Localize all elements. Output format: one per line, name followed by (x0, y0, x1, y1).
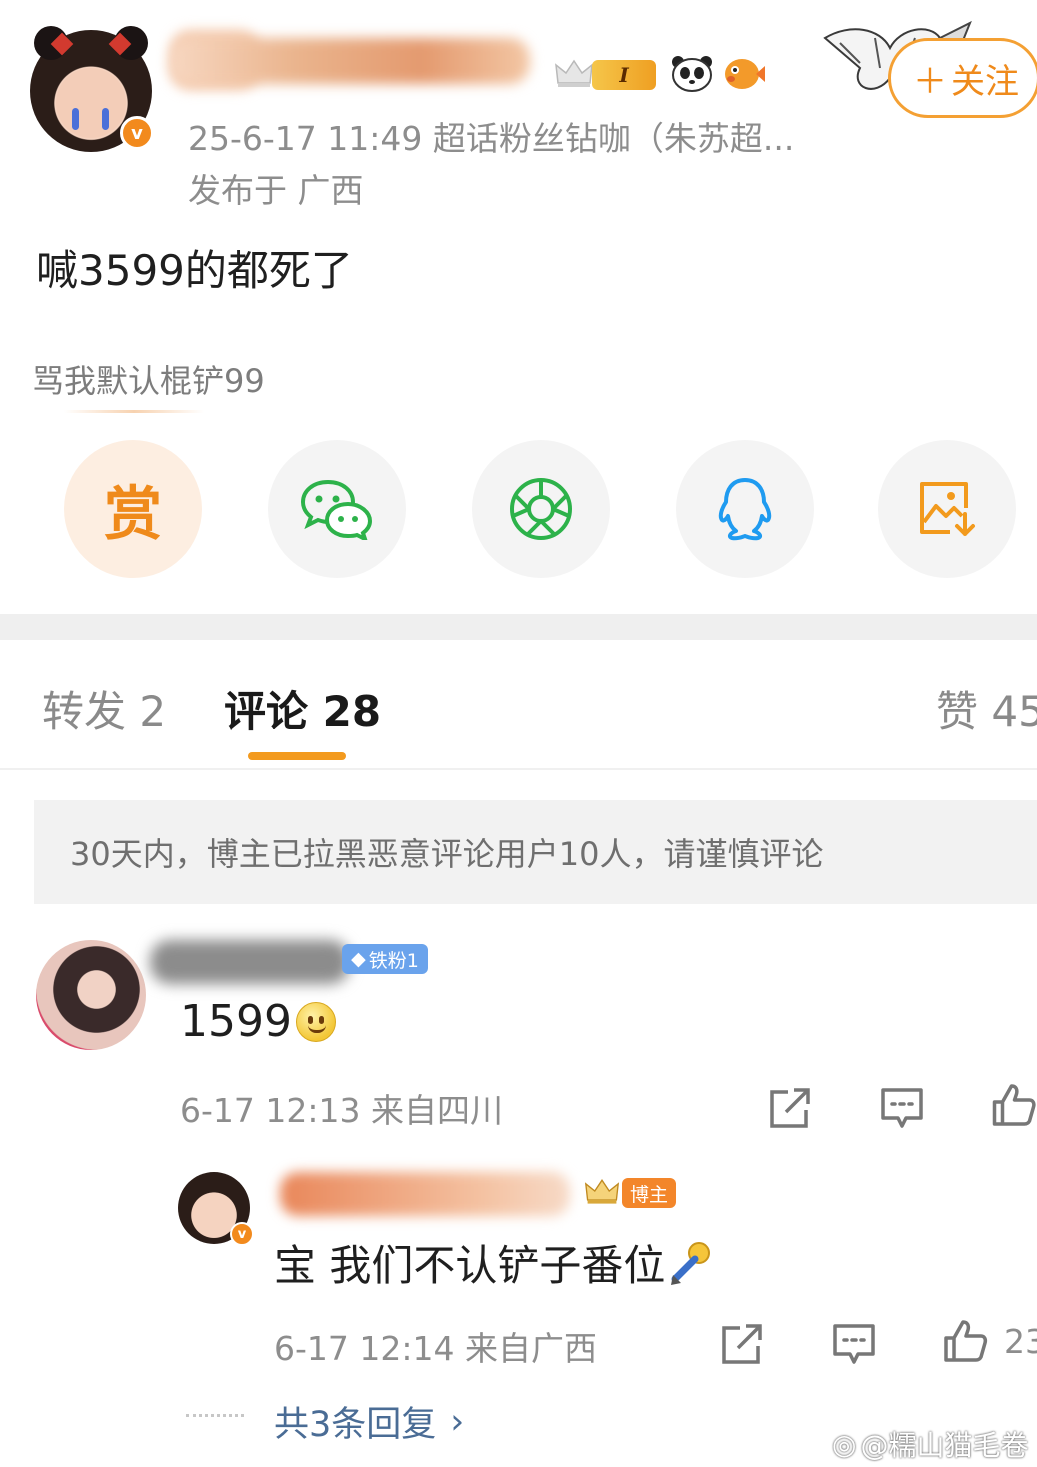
reply-like-count: 23 (1004, 1322, 1037, 1361)
qq-icon (718, 478, 772, 541)
commenter-avatar[interactable] (36, 940, 146, 1050)
crown-icon (584, 1178, 620, 1204)
active-tab-indicator (248, 752, 346, 760)
more-replies-link[interactable]: 共3条回复 › (274, 1396, 464, 1447)
reward-icon: 赏 (103, 480, 162, 548)
follow-button[interactable]: ＋ 关注 (888, 38, 1037, 118)
share-icon[interactable] (768, 1086, 812, 1130)
tab-like[interactable]: 赞 45 (936, 678, 1037, 739)
comment-icon[interactable] (832, 1322, 876, 1366)
reply-text-body: 宝 我们不认铲子番位 (274, 1241, 666, 1290)
smile-emoji-icon (295, 1001, 336, 1042)
save-image-button[interactable] (878, 440, 1016, 578)
watermark-text: @糯山猫毛卷 (860, 1429, 1029, 1462)
like-icon[interactable] (942, 1318, 988, 1362)
diamond-icon: ◆ (351, 948, 366, 970)
share-wechat-button[interactable] (268, 440, 406, 578)
reply-meta: 6-17 12:14 来自广西 (274, 1329, 597, 1368)
follow-label: 关注 (951, 61, 1019, 102)
tab-comment[interactable]: 评论 28 (224, 678, 381, 739)
fan-badge: ◆ 铁粉1 (342, 944, 428, 974)
moments-icon (510, 478, 572, 540)
like-icon[interactable] (990, 1082, 1037, 1126)
verified-icon: v (120, 116, 154, 150)
shovel-emoji-icon (671, 1241, 711, 1285)
save-image-icon (920, 482, 975, 536)
tab-repost[interactable]: 转发 2 (42, 678, 166, 739)
wechat-icon (300, 479, 373, 540)
reply-text: 宝 我们不认铲子番位 (274, 1232, 715, 1293)
comment-meta: 6-17 12:13 来自四川 (180, 1091, 503, 1130)
share-qq-button[interactable] (676, 440, 814, 578)
user-level-badge: I (592, 60, 656, 90)
fan-badge-label: 铁粉1 (368, 949, 419, 972)
commenter-name-blurred[interactable] (150, 940, 350, 984)
post-location: 发布于 广西 (188, 171, 364, 210)
verified-icon: v (230, 1222, 254, 1246)
panda-icon (672, 56, 712, 92)
comment-text-body: 1599 (180, 996, 292, 1047)
comment-notice: 30天内，博主已拉黑恶意评论用户10人，请谨慎评论 (34, 800, 1037, 904)
author-avatar[interactable]: v (30, 26, 154, 152)
avatar-face (56, 68, 126, 138)
share-moments-button[interactable] (472, 440, 610, 578)
author-name-blurred[interactable] (170, 38, 530, 84)
tab-divider (0, 768, 1037, 770)
avatar-tear (72, 108, 79, 130)
comment-text: 1599 (180, 996, 336, 1047)
reply-author-avatar[interactable]: v (178, 1172, 254, 1246)
pufferfish-icon (725, 59, 765, 89)
post-text: 喊3599的都死了 (36, 246, 353, 295)
chevron-right-icon: › (450, 1401, 465, 1442)
comment-icon[interactable] (880, 1086, 924, 1130)
share-icon[interactable] (720, 1322, 764, 1366)
reward-button[interactable]: 赏 (64, 440, 202, 578)
thread-dots (186, 1414, 244, 1418)
crown-icon (555, 59, 593, 87)
more-replies-label: 共3条回复 (274, 1405, 437, 1445)
reply-author-name-blurred[interactable] (280, 1172, 570, 1216)
weibo-logo-icon: ◎ (832, 1427, 857, 1461)
avatar-tear (102, 108, 109, 130)
post-subtext: 骂我默认棍铲99 (32, 362, 265, 400)
reward-tip-divider (64, 410, 204, 413)
post-timestamp-source: 25-6-17 11:49 超话粉丝钻咖（朱苏超... (188, 119, 795, 158)
watermark: ◎ @糯山猫毛卷 (832, 1424, 1028, 1464)
comment-notice-text: 30天内，博主已拉黑恶意评论用户10人，请谨慎评论 (70, 835, 824, 873)
plus-icon: ＋ (913, 61, 947, 102)
blogger-badge: 博主 (622, 1178, 676, 1208)
section-divider (0, 614, 1037, 640)
